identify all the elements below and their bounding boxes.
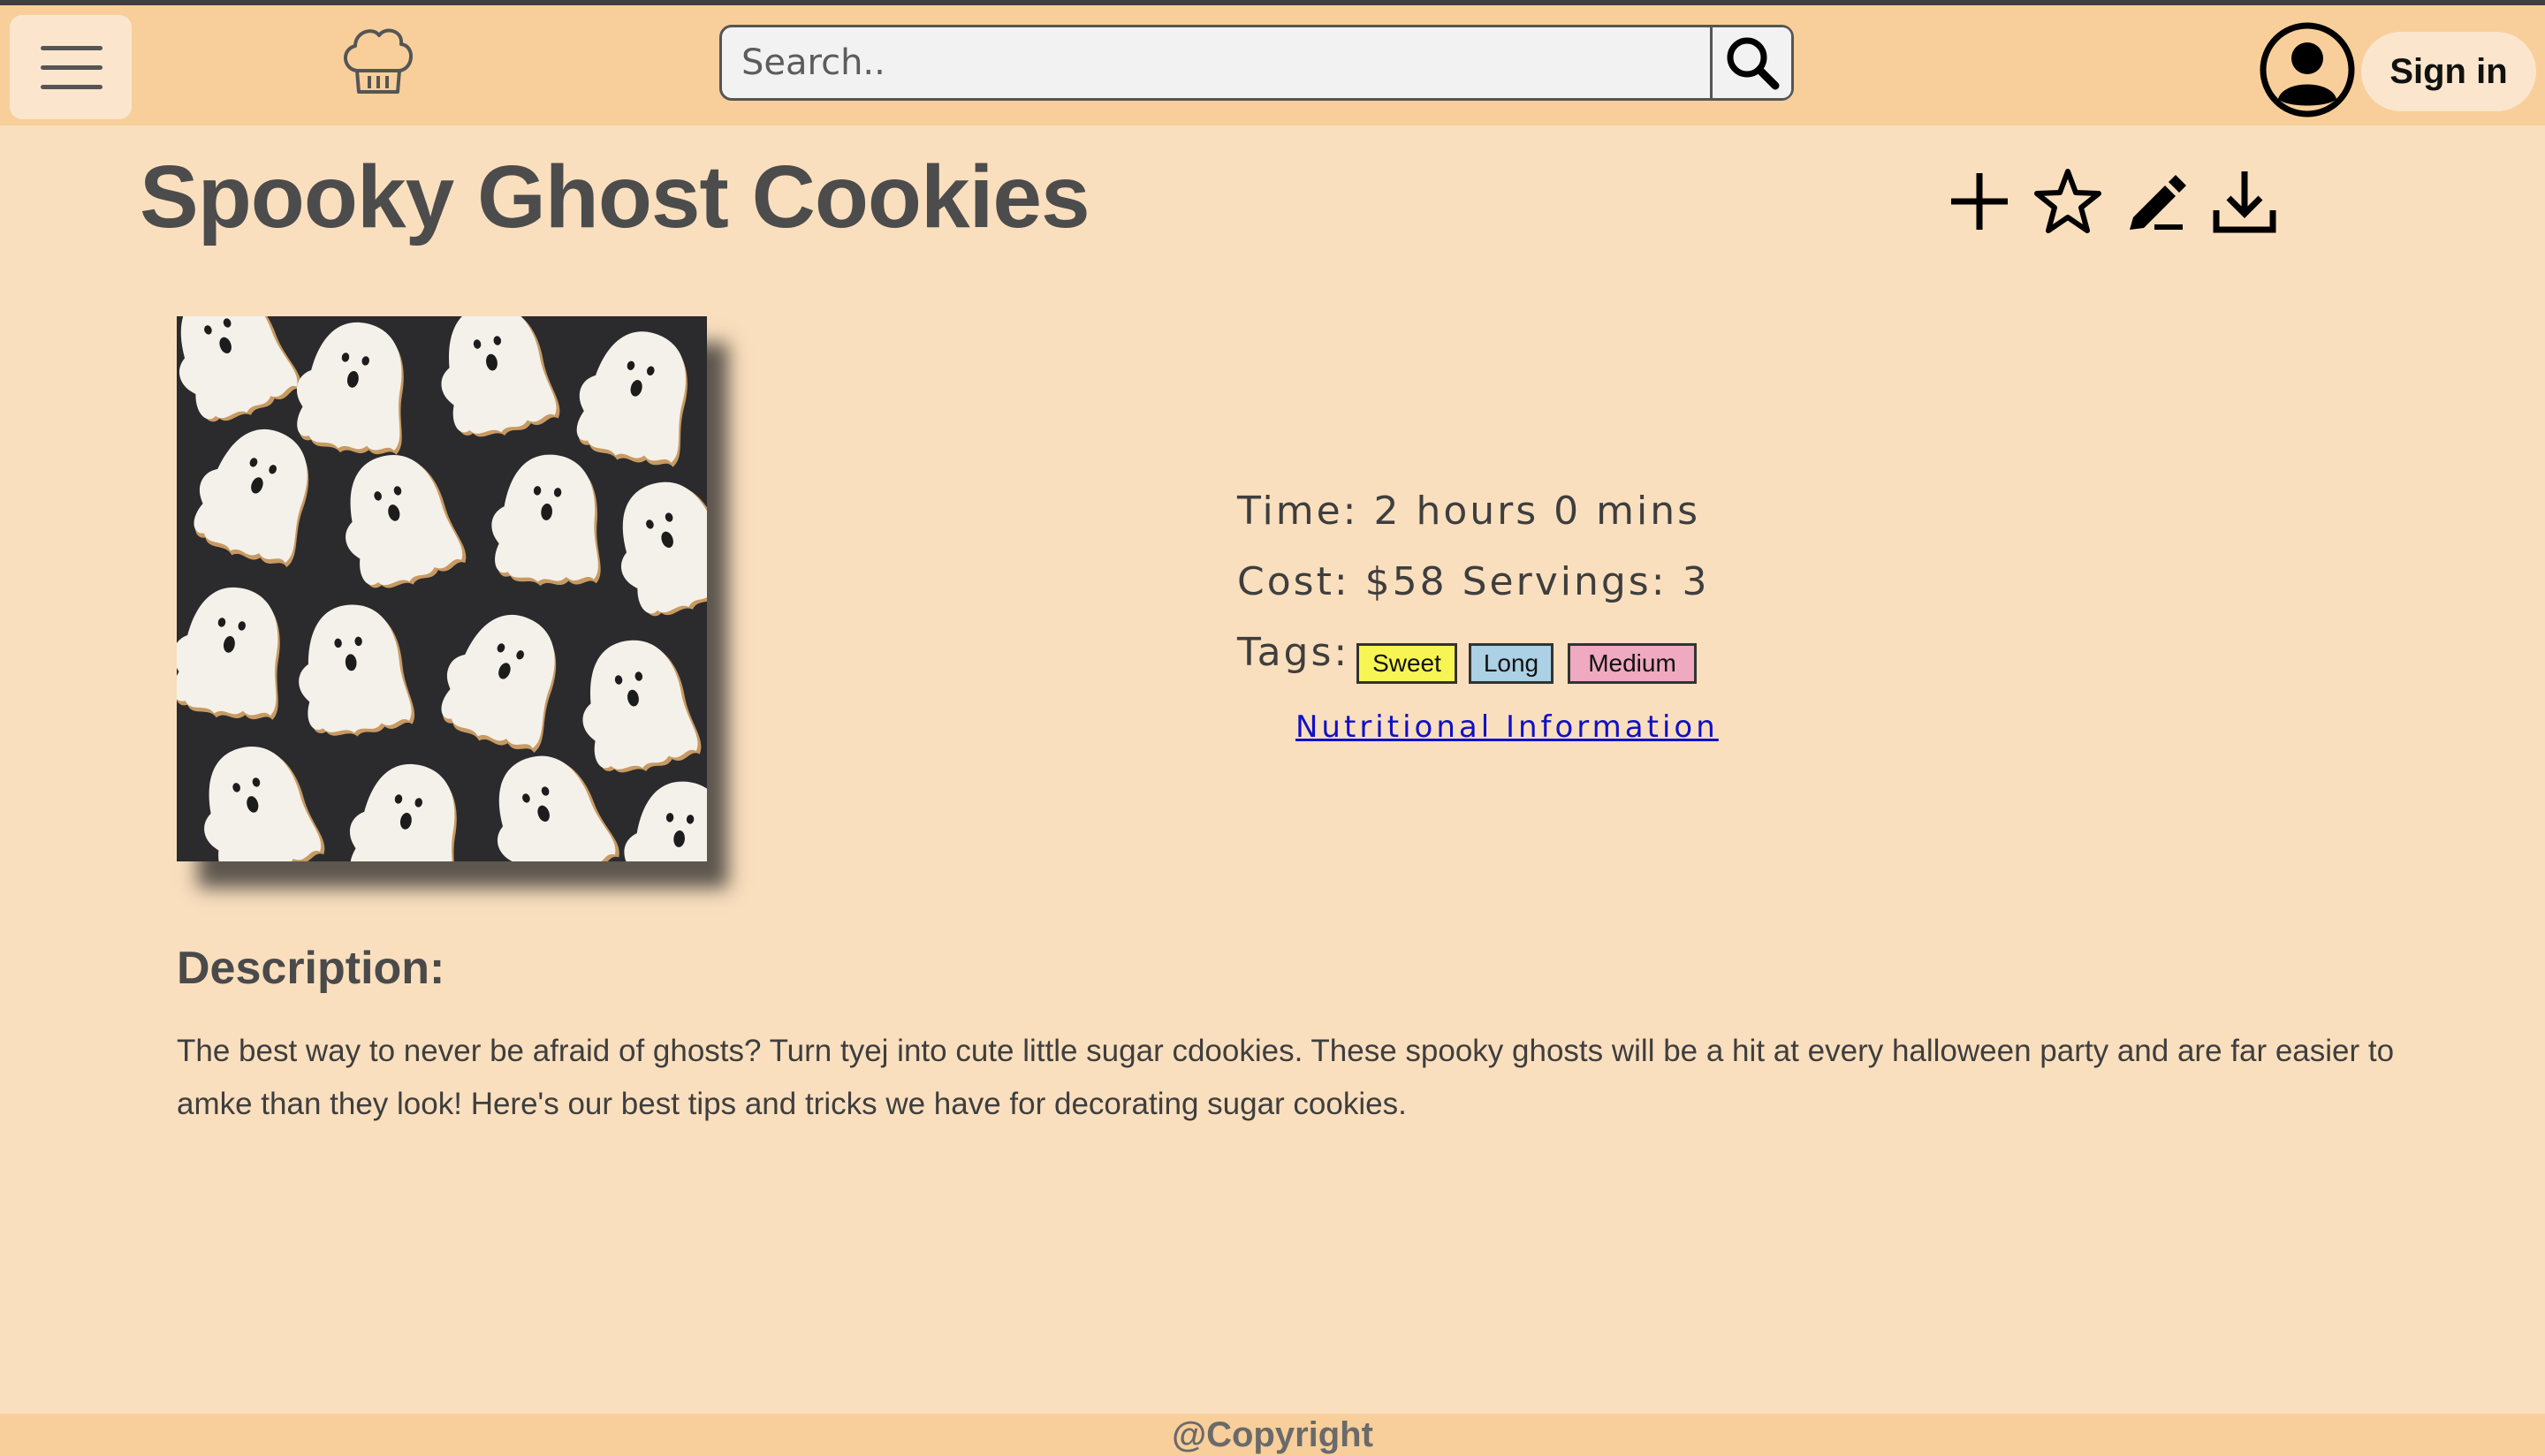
star-icon[interactable]	[2032, 166, 2103, 237]
chef-hat-icon[interactable]	[338, 19, 417, 99]
sign-in-button[interactable]: Sign in	[2361, 32, 2536, 111]
cook-time: Time: 2 hours 0 mins	[1237, 489, 1701, 534]
search-input[interactable]	[722, 27, 1729, 98]
nutritional-information-link[interactable]: Nutritional Information	[1295, 709, 1719, 745]
recipe-image	[177, 316, 707, 861]
plus-icon[interactable]	[1944, 166, 2015, 237]
copyright-text: @Copyright	[1172, 1415, 1373, 1454]
hamburger-menu-icon[interactable]	[10, 15, 132, 119]
footer: @Copyright	[0, 1414, 2545, 1456]
pencil-icon[interactable]	[2121, 166, 2192, 237]
tag-sweet: Sweet	[1356, 643, 1457, 684]
description-text: The best way to never be afraid of ghost…	[177, 1034, 2395, 1121]
tag-long: Long	[1469, 643, 1554, 684]
search-icon	[1727, 37, 1780, 90]
cost-servings: Cost: $58 Servings: 3	[1237, 559, 1710, 604]
tag-medium: Medium	[1568, 643, 1697, 684]
description-heading: Description:	[177, 943, 445, 994]
page-title: Spooky Ghost Cookies	[140, 148, 1090, 246]
search-bar	[719, 25, 1794, 101]
navbar: Sign in	[0, 5, 2545, 125]
search-button[interactable]	[1710, 27, 1791, 98]
user-circle-icon[interactable]	[2259, 21, 2356, 118]
tags-label: Tags:	[1237, 630, 1350, 675]
download-icon[interactable]	[2209, 166, 2280, 237]
